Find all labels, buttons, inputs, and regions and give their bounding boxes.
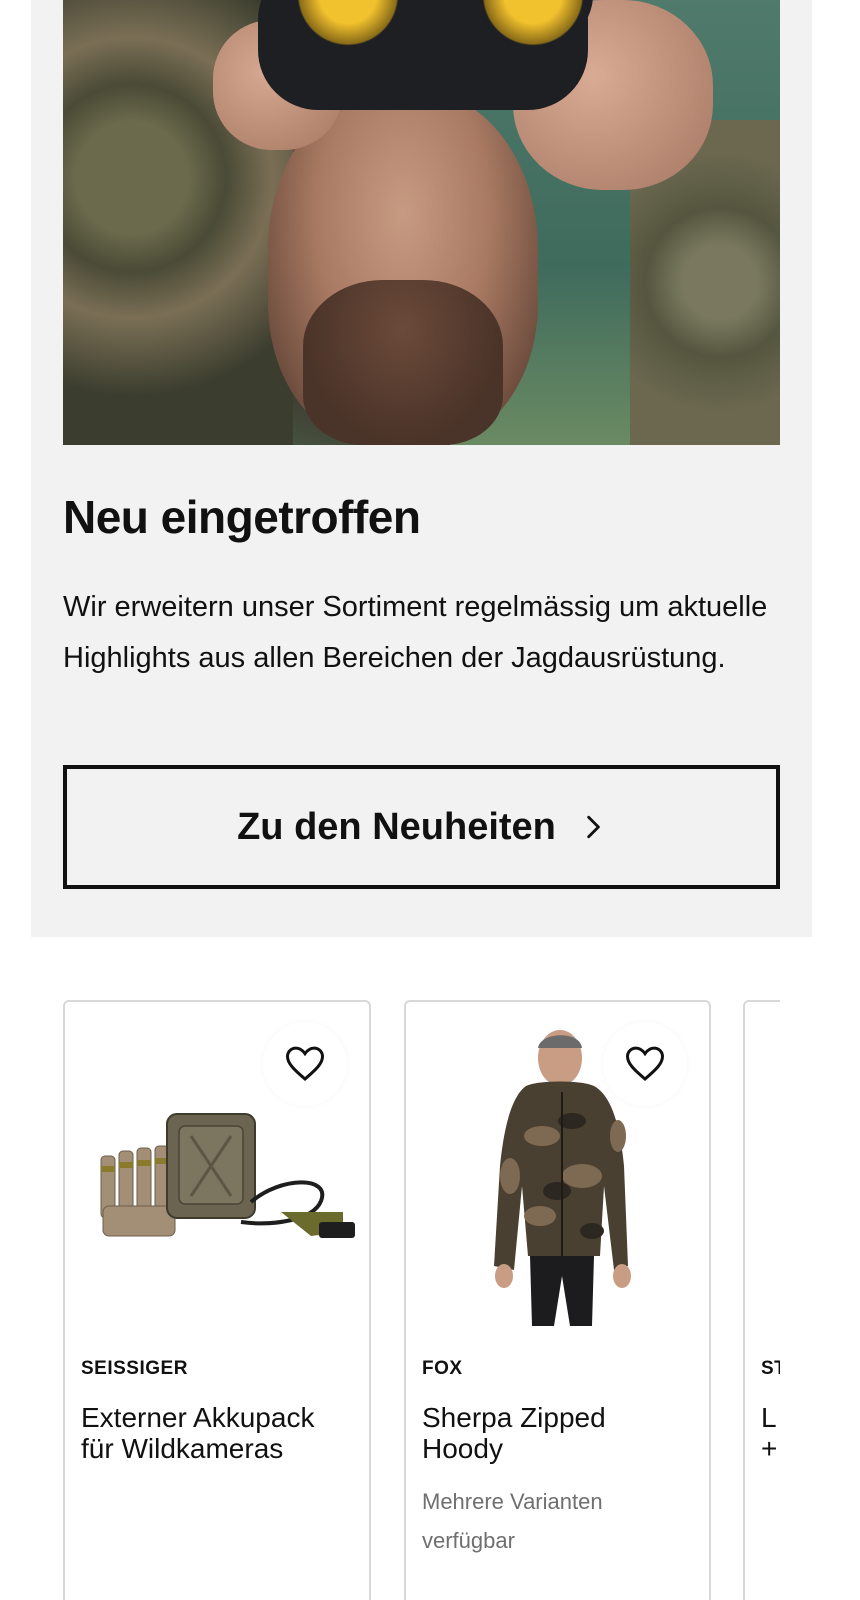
heart-outline-icon bbox=[285, 1046, 325, 1081]
product-name[interactable]: Externer Akkupack für Wildkameras bbox=[81, 1402, 351, 1464]
promo-description: Wir erweitern unser Sortiment regelmässi… bbox=[63, 591, 768, 674]
product-variants-note: Mehrere Varianten verfügbar bbox=[422, 1489, 603, 1553]
product-card[interactable]: ST L + bbox=[743, 1000, 780, 1600]
new-arrivals-button[interactable]: Zu den Neuheiten bbox=[63, 765, 780, 889]
product-name[interactable]: Sherpa Zipped Hoody bbox=[422, 1402, 692, 1464]
heart-outline-icon bbox=[625, 1046, 665, 1081]
product-card[interactable]: SEISSIGER Externer Akkupack für Wildkame… bbox=[63, 1000, 371, 1600]
chevron-right-icon bbox=[587, 815, 600, 839]
product-image bbox=[761, 1026, 780, 1326]
product-brand: SEISSIGER bbox=[81, 1358, 188, 1379]
add-to-wishlist-button[interactable] bbox=[603, 1022, 687, 1106]
hero-image-hunter-binoculars bbox=[63, 0, 780, 445]
new-arrivals-button-label: Zu den Neuheiten bbox=[237, 805, 556, 848]
product-carousel[interactable]: SEISSIGER Externer Akkupack für Wildkame… bbox=[63, 1000, 780, 1600]
product-brand: FOX bbox=[422, 1358, 463, 1379]
product-card[interactable]: FOX Sherpa Zipped Hoody Mehrere Variante… bbox=[404, 1000, 711, 1600]
promo-title: Neu eingetroffen bbox=[63, 491, 421, 543]
product-name[interactable]: L + bbox=[761, 1402, 780, 1464]
product-brand: ST bbox=[761, 1358, 780, 1379]
add-to-wishlist-button[interactable] bbox=[263, 1022, 347, 1106]
